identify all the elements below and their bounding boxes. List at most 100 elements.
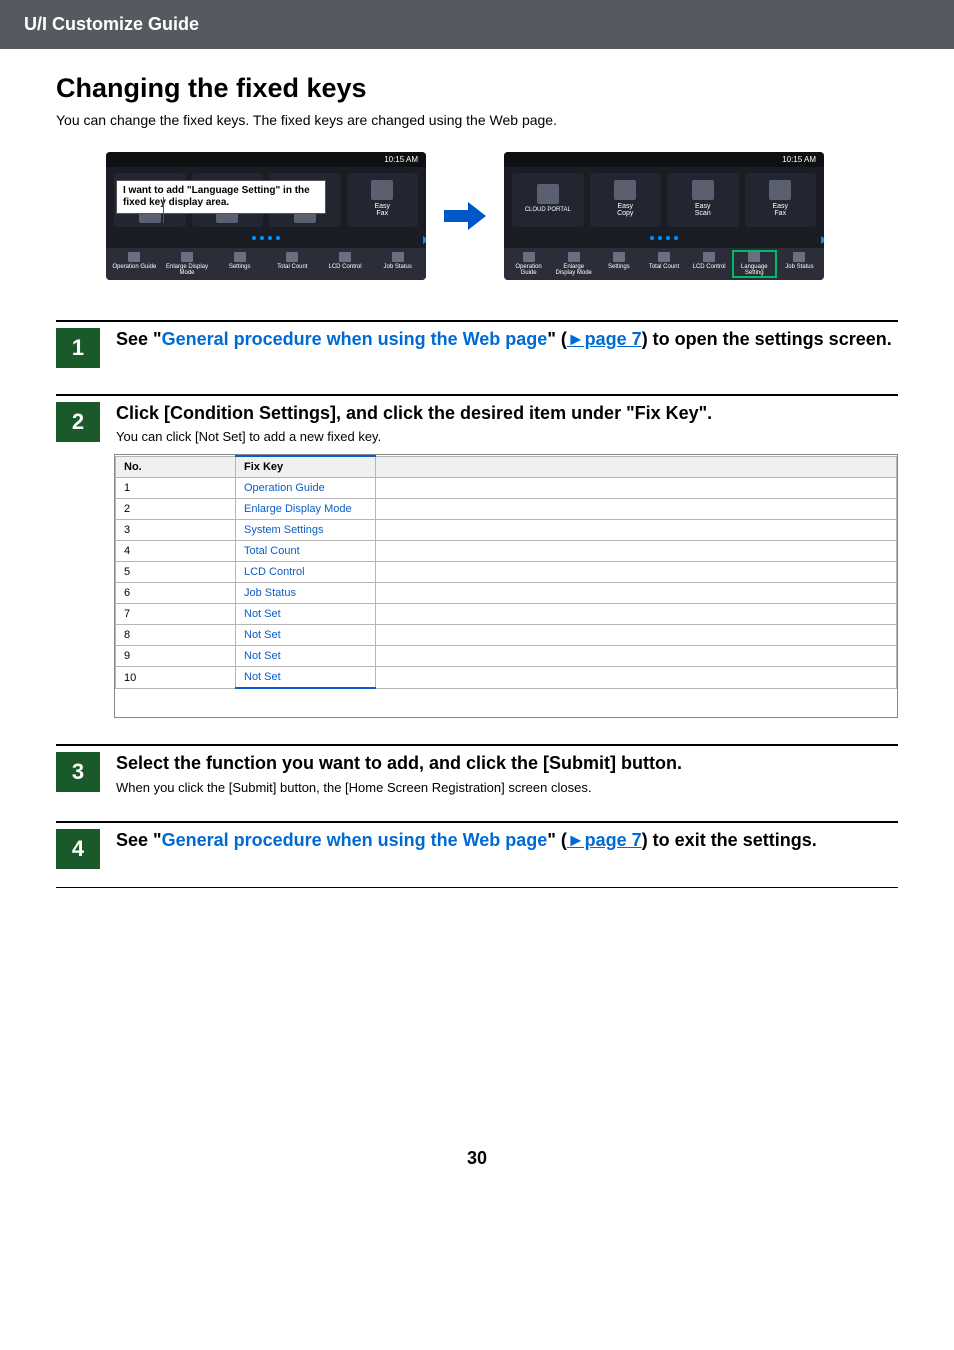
fixed-key-label: Language Setting — [734, 264, 775, 276]
link-general-procedure[interactable]: General procedure when using the Web pag… — [162, 830, 548, 850]
cell-link[interactable]: System Settings — [236, 520, 376, 541]
diagram-row: I want to add "Language Setting" in the … — [56, 152, 898, 280]
cell-link[interactable]: LCD Control — [236, 562, 376, 583]
step-4: 4 See "General procedure when using the … — [56, 821, 898, 888]
arrow-icon — [444, 202, 486, 230]
table-row: 1Operation Guide — [116, 478, 897, 499]
cell-no: 5 — [116, 562, 236, 583]
fixed-key: Operation Guide — [110, 252, 159, 276]
fixed-key: Total Count — [268, 252, 317, 276]
rule — [56, 887, 898, 888]
guide-icon — [128, 252, 140, 262]
fixed-key: Total Count — [643, 252, 684, 276]
cell-blank — [376, 646, 897, 667]
pager-dots — [106, 231, 426, 248]
fixed-key-label: Settings — [229, 264, 251, 270]
fixed-key-label: Job Status — [785, 264, 813, 270]
cell-blank — [376, 604, 897, 625]
rule — [56, 744, 898, 746]
table-row: 4Total Count — [116, 541, 897, 562]
copy-icon — [614, 180, 636, 200]
job-icon — [392, 252, 404, 262]
rule — [56, 320, 898, 322]
cell-link[interactable]: Job Status — [236, 583, 376, 604]
step-1: 1 See "General procedure when using the … — [56, 320, 898, 368]
table-header-row: No. Fix Key — [116, 456, 897, 478]
cell-no: 4 — [116, 541, 236, 562]
col-no: No. — [116, 456, 236, 478]
cell-link[interactable]: Not Set — [236, 625, 376, 646]
step-number: 3 — [56, 752, 100, 792]
home-slot-fax: EasyFax — [745, 173, 817, 227]
home-slot-copy: EasyCopy — [590, 173, 662, 227]
cell-link[interactable]: Enlarge Display Mode — [236, 499, 376, 520]
table-row: 2Enlarge Display Mode — [116, 499, 897, 520]
col-fix-key: Fix Key — [236, 456, 376, 478]
left-panel: I want to add "Language Setting" in the … — [106, 152, 426, 280]
table-row: 6Job Status — [116, 583, 897, 604]
home-slot-cloud: CLOUD PORTAL — [512, 173, 584, 227]
fixed-key-label: Operation Guide — [508, 264, 549, 276]
link-page-7[interactable]: ►page 7 — [567, 329, 642, 349]
fixed-key-bar: Operation Guide Enlarge Display Mode Set… — [504, 248, 824, 280]
rule — [56, 821, 898, 823]
step-3: 3 Select the function you want to add, a… — [56, 744, 898, 794]
cell-no: 3 — [116, 520, 236, 541]
cell-blank — [376, 667, 897, 689]
step-2-title: Click [Condition Settings], and click th… — [116, 402, 898, 425]
table-row: 10Not Set — [116, 667, 897, 689]
content-area: Changing the fixed keys You can change t… — [0, 49, 954, 1209]
cell-blank — [376, 583, 897, 604]
fax-icon — [769, 180, 791, 200]
fixed-key: Job Status — [779, 252, 820, 276]
count-icon — [658, 252, 670, 262]
fix-key-table-wrap: No. Fix Key 1Operation Guide 2Enlarge Di… — [114, 454, 898, 718]
cloud-icon — [537, 184, 559, 204]
cell-link[interactable]: Total Count — [236, 541, 376, 562]
status-bar: 10:15 AM — [106, 152, 426, 167]
doc-header: U/I Customize Guide — [0, 0, 954, 49]
guide-icon — [523, 252, 535, 262]
link-page-7[interactable]: ►page 7 — [567, 830, 642, 850]
step-2-sub: You can click [Not Set] to add a new fix… — [116, 429, 898, 444]
fixed-key-label: LCD Control — [693, 264, 726, 270]
table-row: 8Not Set — [116, 625, 897, 646]
home-slot-easy-fax: EasyFax — [347, 173, 419, 227]
cell-link[interactable]: Not Set — [236, 667, 376, 689]
pager-dots — [504, 231, 824, 248]
fixed-key-label: Total Count — [649, 264, 679, 270]
text: See " — [116, 830, 162, 850]
slot-label: EasyScan — [695, 203, 711, 217]
page-title: Changing the fixed keys — [56, 73, 898, 104]
fixed-key: LCD Control — [321, 252, 370, 276]
speech-bubble: I want to add "Language Setting" in the … — [116, 180, 326, 214]
text: ) to exit the settings. — [642, 830, 817, 850]
cell-blank — [376, 625, 897, 646]
fixed-key-label: Enlarge Display Mode — [553, 264, 594, 276]
cell-no: 8 — [116, 625, 236, 646]
job-icon — [793, 252, 805, 262]
step-1-title: See "General procedure when using the We… — [116, 328, 898, 351]
right-panel: 10:15 AM CLOUD PORTAL EasyCopy EasyScan … — [504, 152, 824, 280]
language-icon — [748, 252, 760, 262]
text: See " — [116, 329, 162, 349]
link-general-procedure[interactable]: General procedure when using the Web pag… — [162, 329, 548, 349]
lcd-icon — [703, 252, 715, 262]
cell-link[interactable]: Not Set — [236, 646, 376, 667]
page-intro: You can change the fixed keys. The fixed… — [56, 112, 898, 128]
text: " ( — [547, 830, 567, 850]
cell-blank — [376, 520, 897, 541]
fixed-key-label: Enlarge Display Mode — [163, 264, 212, 276]
cell-no: 9 — [116, 646, 236, 667]
fixed-key: Settings — [215, 252, 264, 276]
cell-link[interactable]: Operation Guide — [236, 478, 376, 499]
slot-label: EasyCopy — [617, 203, 633, 217]
fixed-key-label: Job Status — [384, 264, 412, 270]
table-row: 3System Settings — [116, 520, 897, 541]
fixed-key: LCD Control — [689, 252, 730, 276]
fixed-key: Settings — [598, 252, 639, 276]
fixed-key: Enlarge Display Mode — [553, 252, 594, 276]
cell-link[interactable]: Not Set — [236, 604, 376, 625]
settings-icon — [613, 252, 625, 262]
time: 10:15 AM — [384, 155, 418, 164]
